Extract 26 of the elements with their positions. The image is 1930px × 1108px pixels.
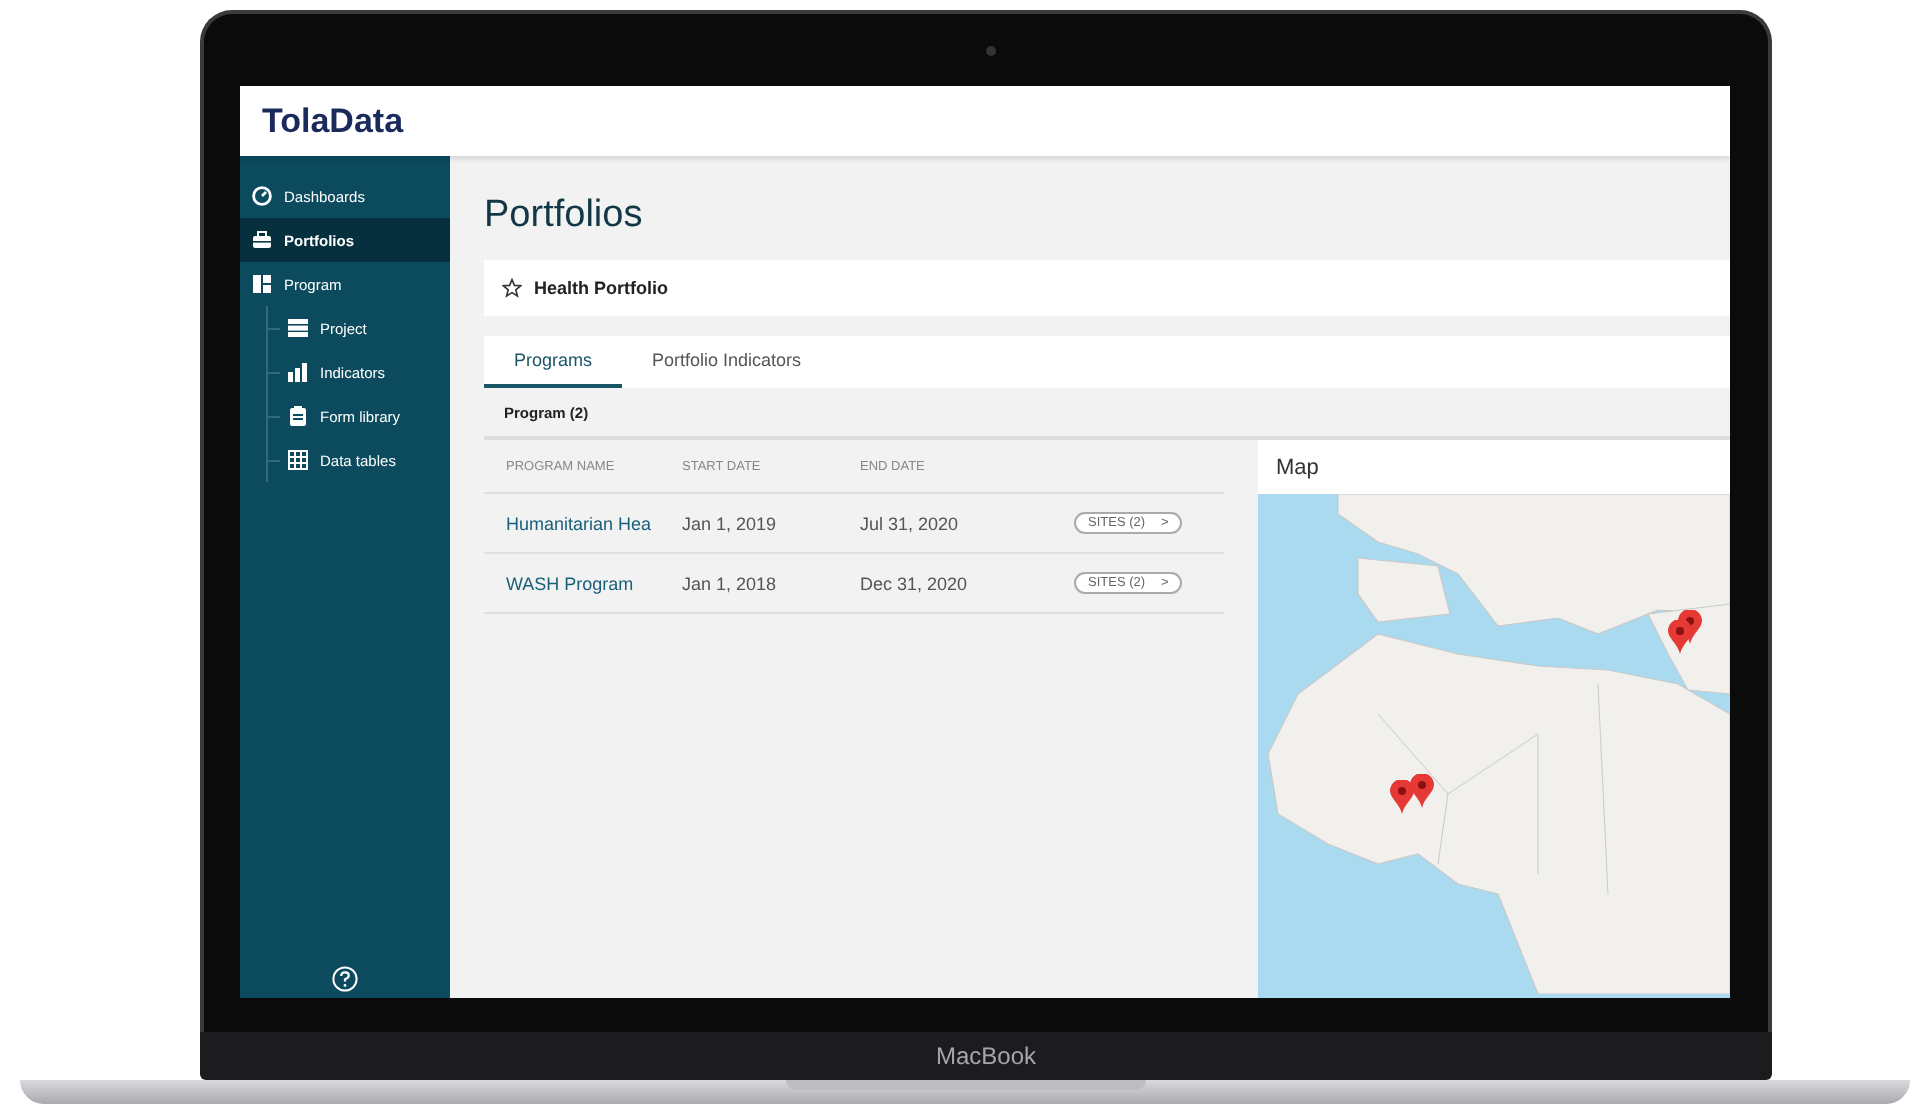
program-link[interactable]: Humanitarian Hea — [506, 513, 682, 533]
logo[interactable]: TolaData — [262, 101, 404, 141]
tab[interactable]: Portfolio Indicators — [622, 336, 832, 388]
map-pin-icon — [1668, 620, 1692, 654]
list-icon — [288, 318, 308, 338]
table-cell-text: Jan 1, 2018 — [682, 573, 779, 593]
table-icon — [288, 450, 308, 470]
table-cell-text: Jul 31, 2020 — [860, 513, 961, 533]
table-cell-text: Dec 31, 2020 — [860, 573, 970, 593]
clipboard-icon — [288, 406, 308, 426]
gauge-icon — [252, 186, 272, 206]
program-link[interactable]: WASH Program — [506, 573, 682, 593]
portfolio-name: Health Portfolio — [534, 278, 668, 298]
camera-icon — [986, 46, 996, 56]
help-icon[interactable] — [332, 966, 358, 992]
briefcase-icon — [252, 230, 272, 250]
table-cell-text: Jan 1, 2019 — [682, 513, 779, 533]
map-pin-icon — [1410, 774, 1434, 808]
map-pin-icon — [1390, 780, 1414, 814]
star-icon[interactable] — [502, 278, 522, 298]
layout-icon — [252, 274, 272, 294]
tab[interactable]: Programs — [484, 336, 623, 388]
map-title: Map — [1274, 453, 1321, 483]
bar-chart-icon — [288, 362, 308, 382]
device-label: MacBook — [935, 1042, 1037, 1070]
page-title: Portfolios — [484, 194, 645, 238]
